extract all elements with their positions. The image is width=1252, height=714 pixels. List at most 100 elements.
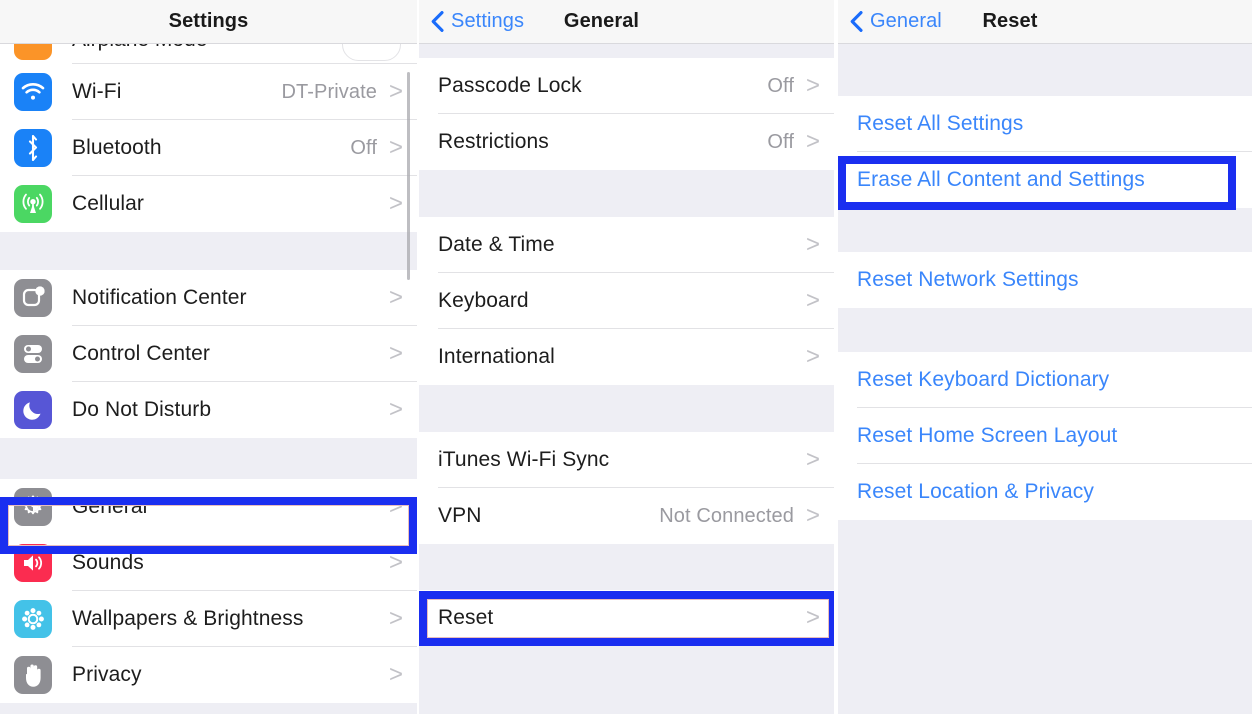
list-item-reset[interactable]: Reset >	[419, 590, 834, 646]
back-button-settings[interactable]: Settings	[419, 10, 524, 33]
chevron-right-icon: >	[388, 549, 403, 576]
list-item-keyboard[interactable]: Keyboard >	[419, 273, 834, 329]
chevron-right-icon: >	[805, 287, 820, 314]
panel-reset: General Reset Reset All Settings Erase A…	[838, 0, 1252, 714]
reset-top-gap	[838, 44, 1252, 96]
general-list: Passcode Lock Off > Restrictions Off > D…	[419, 44, 834, 714]
reset-group-gap	[838, 208, 1252, 252]
sidebar-item-cellular[interactable]: Cellular >	[0, 176, 417, 232]
hand-icon	[14, 656, 52, 694]
sidebar-item-label: Cellular	[72, 192, 144, 215]
chevron-right-icon: >	[388, 340, 403, 367]
airplane-mode-toggle[interactable]	[342, 44, 401, 61]
chevron-right-icon: >	[805, 446, 820, 473]
sidebar-item-bluetooth[interactable]: Bluetooth Off >	[0, 120, 417, 176]
back-button-label: Settings	[451, 10, 525, 32]
notification-center-icon	[14, 279, 52, 317]
scrollbar[interactable]	[407, 72, 410, 280]
chevron-left-icon	[850, 11, 863, 32]
airplane-mode-row-partial[interactable]: Airplane Mode	[0, 44, 417, 64]
list-item-label: Reset Location & Privacy	[857, 480, 1095, 503]
sidebar-item-sounds[interactable]: Sounds >	[0, 535, 417, 591]
list-item-label: Erase All Content and Settings	[857, 168, 1145, 191]
sidebar-item-do-not-disturb[interactable]: Do Not Disturb >	[0, 382, 417, 438]
list-item-label: Keyboard	[438, 289, 529, 312]
reset-group-primary: Reset All Settings Erase All Content and…	[838, 96, 1252, 208]
passcode-lock-value: Off	[767, 74, 794, 97]
chevron-right-icon: >	[388, 661, 403, 688]
list-item-label: Reset	[438, 606, 494, 629]
sidebar-item-control-center[interactable]: Control Center >	[0, 326, 417, 382]
panel-general: Settings General Passcode Lock Off > Res…	[419, 0, 834, 714]
chevron-right-icon: >	[388, 605, 403, 632]
list-item-label: Reset Network Settings	[857, 268, 1079, 291]
sidebar-item-general[interactable]: General >	[0, 479, 417, 535]
general-group-locale: Date & Time > Keyboard > International >	[419, 217, 834, 385]
wallpaper-icon	[14, 600, 52, 638]
sidebar-item-label: Wi-Fi	[72, 80, 122, 103]
wifi-icon	[14, 73, 52, 111]
chevron-right-icon: >	[805, 231, 820, 258]
list-item-label: Reset Keyboard Dictionary	[857, 368, 1110, 391]
list-item-erase-all-content-and-settings[interactable]: Erase All Content and Settings	[838, 152, 1252, 208]
sidebar-item-privacy[interactable]: Privacy >	[0, 647, 417, 703]
vpn-status-value: Not Connected	[659, 504, 794, 527]
list-item-label: International	[438, 345, 555, 368]
settings-group-notifications: Notification Center > Control Center > D…	[0, 270, 417, 438]
sidebar-item-label: Sounds	[72, 551, 144, 574]
list-item-date-time[interactable]: Date & Time >	[419, 217, 834, 273]
settings-group-gap	[0, 232, 417, 270]
chevron-right-icon: >	[388, 134, 403, 161]
chevron-right-icon: >	[805, 343, 820, 370]
chevron-right-icon: >	[388, 396, 403, 423]
general-group-gap	[419, 385, 834, 432]
back-button-general[interactable]: General	[838, 10, 942, 33]
sidebar-item-wifi[interactable]: Wi-Fi DT-Private >	[0, 64, 417, 120]
reset-group-network: Reset Network Settings	[838, 252, 1252, 308]
general-group-security: Passcode Lock Off > Restrictions Off >	[419, 58, 834, 170]
list-item-label: Restrictions	[438, 130, 549, 153]
sidebar-item-notification-center[interactable]: Notification Center >	[0, 270, 417, 326]
list-item-reset-network-settings[interactable]: Reset Network Settings	[838, 252, 1252, 308]
airplane-icon	[14, 44, 52, 60]
sidebar-item-label: Wallpapers & Brightness	[72, 607, 304, 630]
list-item-passcode-lock[interactable]: Passcode Lock Off >	[419, 58, 834, 114]
settings-group-system: General > Sounds > Wallpapers & Brightne…	[0, 479, 417, 703]
list-item-label: Date & Time	[438, 233, 555, 256]
list-item-international[interactable]: International >	[419, 329, 834, 385]
sidebar-item-label: Notification Center	[72, 286, 247, 309]
list-item-vpn[interactable]: VPN Not Connected >	[419, 488, 834, 544]
reset-navbar: General Reset	[838, 0, 1252, 44]
settings-list: Wi-Fi DT-Private > Bluetooth Off > Cellu…	[0, 64, 417, 703]
page-title-settings: Settings	[168, 10, 249, 32]
settings-group-connectivity: Wi-Fi DT-Private > Bluetooth Off > Cellu…	[0, 64, 417, 232]
bluetooth-state-value: Off	[350, 136, 377, 159]
general-group-sync: iTunes Wi-Fi Sync > VPN Not Connected >	[419, 432, 834, 544]
list-item-reset-location-privacy[interactable]: Reset Location & Privacy	[838, 464, 1252, 520]
wifi-network-value: DT-Private	[281, 80, 377, 103]
chevron-right-icon: >	[388, 284, 403, 311]
list-item-reset-home-screen-layout[interactable]: Reset Home Screen Layout	[838, 408, 1252, 464]
back-button-label: General	[870, 10, 942, 32]
list-item-restrictions[interactable]: Restrictions Off >	[419, 114, 834, 170]
list-item-label: iTunes Wi-Fi Sync	[438, 448, 610, 471]
list-item-reset-all-settings[interactable]: Reset All Settings	[838, 96, 1252, 152]
reset-list: Reset All Settings Erase All Content and…	[838, 44, 1252, 700]
chevron-right-icon: >	[388, 493, 403, 520]
chevron-right-icon: >	[805, 72, 820, 99]
bluetooth-icon	[14, 129, 52, 167]
list-item-reset-keyboard-dictionary[interactable]: Reset Keyboard Dictionary	[838, 352, 1252, 408]
list-item-label: Passcode Lock	[438, 74, 582, 97]
sidebar-item-wallpapers-brightness[interactable]: Wallpapers & Brightness >	[0, 591, 417, 647]
chevron-right-icon: >	[388, 190, 403, 217]
list-item-itunes-wifi-sync[interactable]: iTunes Wi-Fi Sync >	[419, 432, 834, 488]
cellular-icon	[14, 185, 52, 223]
reset-bottom-gap	[838, 520, 1252, 700]
list-item-label: Reset All Settings	[857, 112, 1024, 135]
chevron-right-icon: >	[805, 604, 820, 631]
control-center-icon	[14, 335, 52, 373]
sidebar-item-label: Control Center	[72, 342, 210, 365]
list-item-label: Reset Home Screen Layout	[857, 424, 1118, 447]
speaker-icon	[14, 544, 52, 582]
sidebar-item-label: Bluetooth	[72, 136, 162, 159]
